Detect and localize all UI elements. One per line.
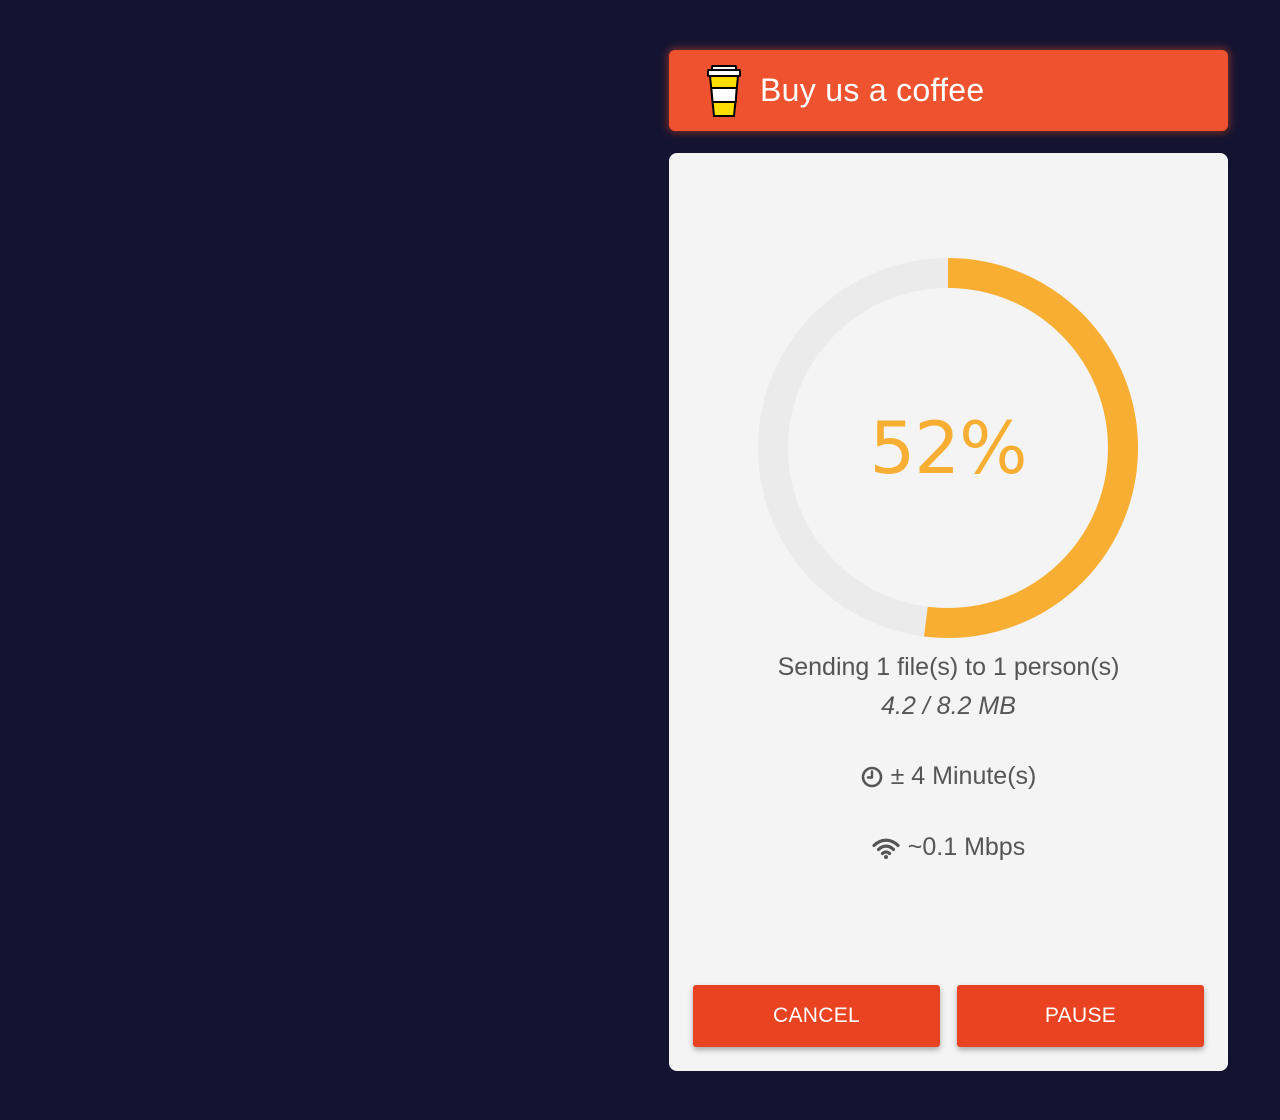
pause-button[interactable]: PAUSE <box>957 985 1204 1047</box>
speed-text: ~0.1 Mbps <box>907 833 1026 861</box>
cancel-button[interactable]: CANCEL <box>693 985 940 1047</box>
transfer-size-text: 4.2 / 8.2 MB <box>881 692 1016 720</box>
eta-text: ± 4 Minute(s) <box>890 762 1037 790</box>
coffee-cup-icon <box>707 64 741 117</box>
buy-coffee-label: Buy us a coffee <box>760 72 985 108</box>
speed-row: ~0.1 Mbps <box>669 833 1228 862</box>
progress-percentage: 52% <box>869 406 1027 490</box>
transfer-panel: 52% Sending 1 file(s) to 1 person(s) 4.2… <box>669 153 1228 1071</box>
transfer-status-text: Sending 1 file(s) to 1 person(s) <box>777 653 1120 681</box>
buy-coffee-banner[interactable]: Buy us a coffee <box>669 50 1228 131</box>
wifi-icon <box>872 838 900 859</box>
clock-icon <box>861 766 882 787</box>
eta-row: ± 4 Minute(s) <box>669 762 1228 791</box>
